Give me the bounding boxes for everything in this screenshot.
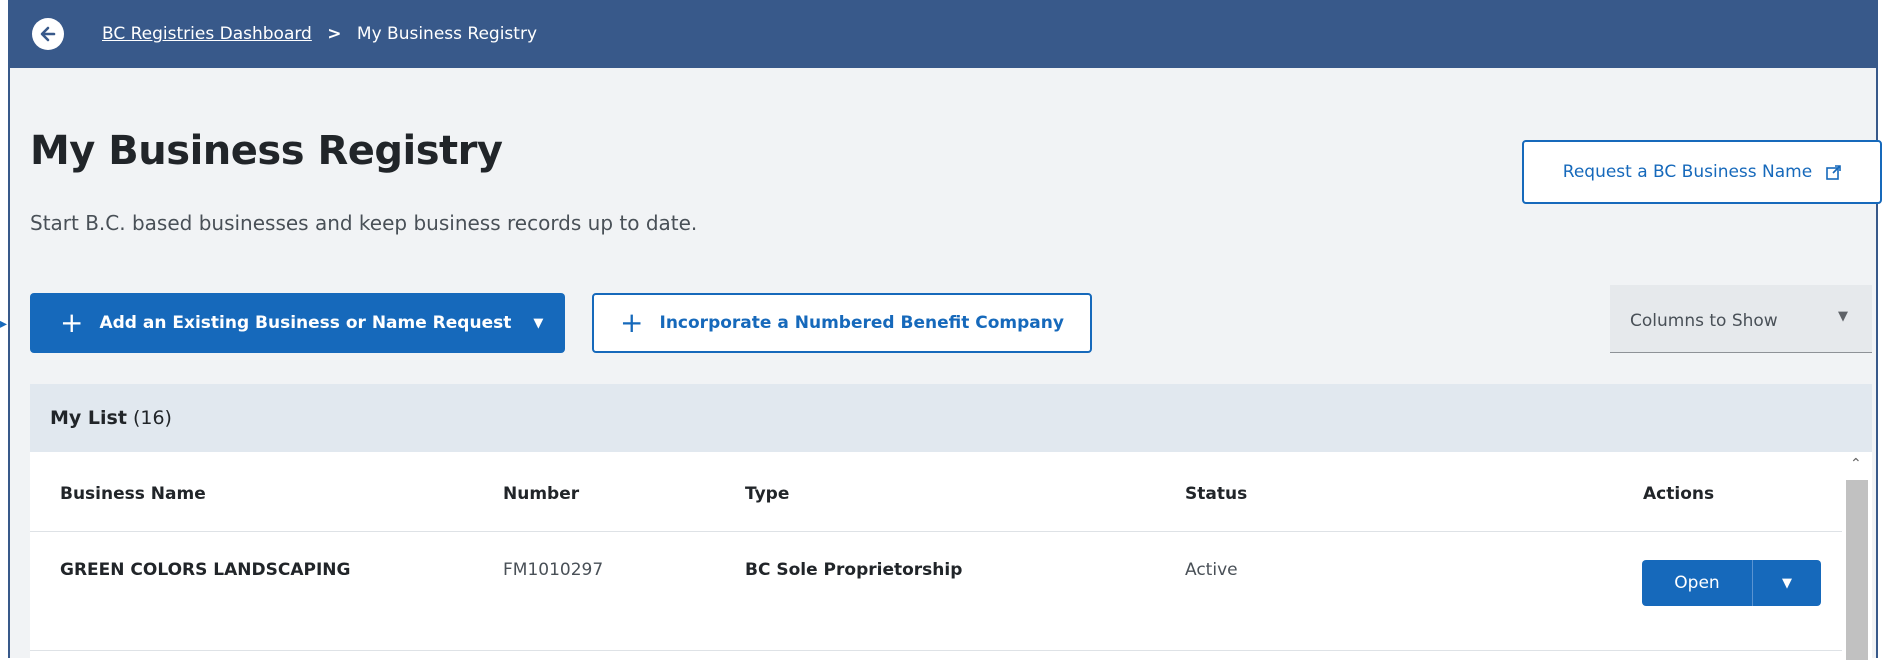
- breadcrumb: BC Registries Dashboard > My Business Re…: [102, 24, 537, 44]
- breadcrumb-separator: >: [327, 24, 342, 44]
- side-indicator-arrow-icon: ▸: [0, 316, 8, 332]
- plus-icon: +: [60, 306, 84, 339]
- header-divider: [30, 531, 1842, 532]
- column-header-status[interactable]: Status: [1185, 484, 1247, 504]
- caret-down-icon: ▼: [1782, 575, 1792, 591]
- row-actions: Open ▼: [1642, 560, 1821, 606]
- list-count: (16): [132, 407, 172, 429]
- plus-icon: +: [620, 306, 644, 339]
- actions-dropdown-button[interactable]: ▼: [1752, 560, 1821, 606]
- cell-status: Active: [1185, 560, 1238, 580]
- list-title-label: My List: [50, 407, 127, 429]
- business-list-card: My List (16) Business Name Number Type S…: [30, 384, 1872, 660]
- column-header-type[interactable]: Type: [745, 484, 789, 504]
- list-title: My List (16): [50, 407, 172, 429]
- top-navigation-bar: BC Registries Dashboard > My Business Re…: [10, 0, 1876, 68]
- cell-number: FM1010297: [503, 560, 604, 580]
- incorporate-benefit-company-button[interactable]: + Incorporate a Numbered Benefit Company: [592, 293, 1092, 353]
- request-business-name-label: Request a BC Business Name: [1562, 162, 1813, 182]
- cell-type: BC Sole Proprietorship: [745, 560, 963, 580]
- page-subtitle: Start B.C. based businesses and keep bus…: [30, 211, 698, 235]
- scroll-up-icon[interactable]: ⌃: [1850, 456, 1862, 472]
- add-existing-business-label: Add an Existing Business or Name Request: [99, 313, 512, 333]
- incorporate-benefit-company-label: Incorporate a Numbered Benefit Company: [659, 313, 1064, 333]
- caret-down-icon: ▼: [533, 315, 544, 331]
- columns-to-show-label: Columns to Show: [1630, 311, 1778, 331]
- page-title: My Business Registry: [30, 128, 503, 174]
- column-header-actions: Actions: [1643, 484, 1715, 504]
- cell-business-name: GREEN COLORS LANDSCAPING: [60, 560, 351, 580]
- open-button[interactable]: Open: [1642, 560, 1752, 606]
- request-business-name-button[interactable]: Request a BC Business Name: [1522, 140, 1882, 204]
- columns-to-show-select[interactable]: Columns to Show ▼: [1610, 285, 1872, 353]
- breadcrumb-current: My Business Registry: [356, 24, 537, 44]
- add-existing-business-button[interactable]: + Add an Existing Business or Name Reque…: [30, 293, 565, 353]
- app-frame: BC Registries Dashboard > My Business Re…: [8, 0, 1882, 660]
- scrollbar-thumb[interactable]: [1846, 480, 1868, 660]
- row-divider: [30, 650, 1842, 651]
- back-arrow-icon[interactable]: [32, 18, 64, 50]
- dropdown-arrow-icon: ▼: [1838, 309, 1848, 324]
- column-header-number[interactable]: Number: [503, 484, 579, 504]
- list-header: My List (16): [30, 384, 1872, 452]
- external-link-icon: [1826, 164, 1842, 180]
- vertical-scrollbar[interactable]: ⌃: [1842, 452, 1872, 660]
- breadcrumb-dashboard-link[interactable]: BC Registries Dashboard: [102, 24, 312, 44]
- column-header-business-name[interactable]: Business Name: [60, 484, 206, 504]
